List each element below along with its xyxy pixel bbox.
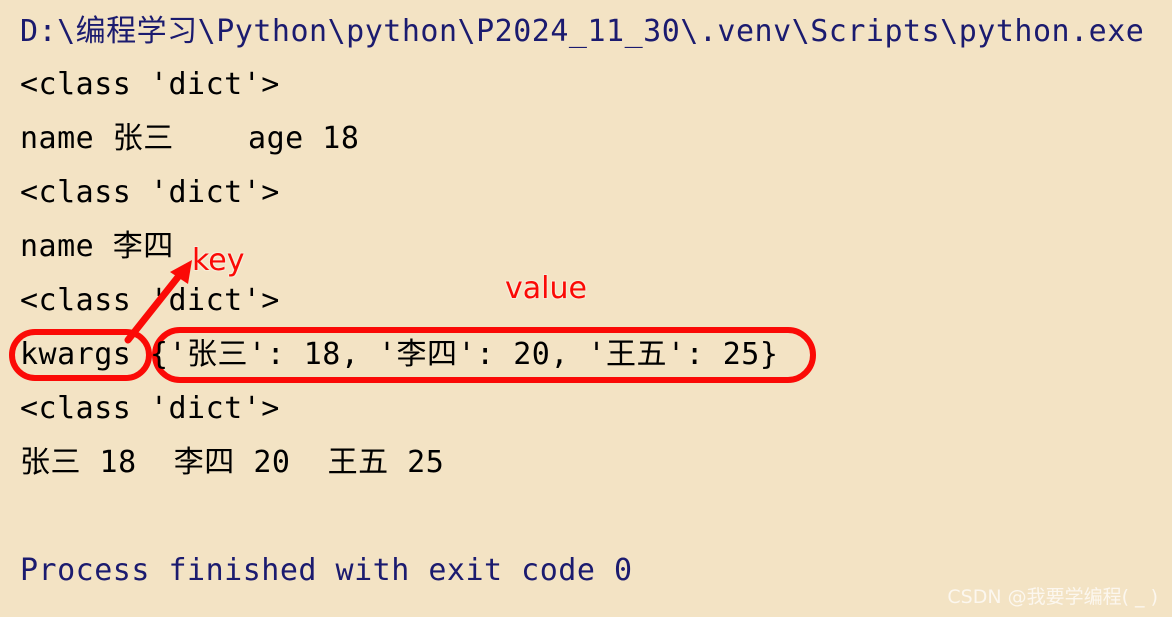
console-output-pane: D:\编程学习\Python\python\P2024_11_30\.venv\… — [0, 0, 1172, 617]
kwargs-keyword-text: kwargs — [20, 337, 132, 372]
output-line-type-4: <class 'dict'> — [20, 391, 280, 426]
process-finished-line: Process finished with exit code 0 — [20, 553, 633, 588]
value-annotation-label: value — [505, 271, 587, 306]
interpreter-path-line: D:\编程学习\Python\python\P2024_11_30\.venv\… — [20, 14, 1145, 49]
output-line-type-1: <class 'dict'> — [20, 67, 280, 102]
output-line-type-2: <class 'dict'> — [20, 175, 280, 210]
output-line-kv-3: 张三 18 李四 20 王五 25 — [20, 445, 445, 480]
csdn-watermark: CSDN @我要学编程( _ ) — [947, 586, 1158, 608]
output-line-kv-1: name 张三 age 18 — [20, 121, 360, 156]
kwargs-dict-text: {'张三': 18, '李四': 20, '王五': 25} — [149, 337, 779, 372]
key-annotation-label: key — [192, 243, 245, 278]
